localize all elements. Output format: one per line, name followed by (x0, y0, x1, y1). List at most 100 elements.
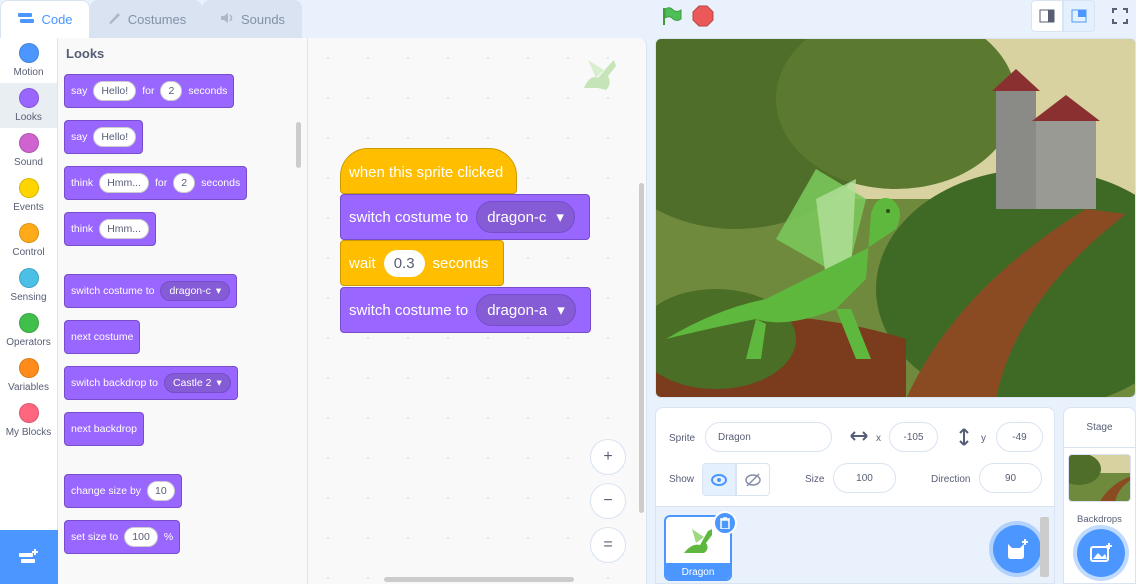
think-secs-input[interactable]: 2 (173, 173, 196, 193)
when-sprite-clicked-block[interactable]: when this sprite clicked (340, 148, 517, 194)
zoom-reset-button[interactable]: = (590, 527, 626, 563)
eye-slash-icon (745, 472, 761, 487)
category-control[interactable]: Control (0, 218, 57, 263)
say-block[interactable]: say Hello! (64, 120, 144, 154)
palette-scrollbar[interactable] (296, 122, 301, 168)
think-block[interactable]: think Hmm... (64, 212, 157, 246)
say-text-input[interactable]: Hello! (93, 127, 137, 147)
category-motion[interactable]: Motion (0, 38, 57, 83)
backdrop-dropdown[interactable]: Castle 2 ▾ (163, 373, 231, 393)
sprite-info-panel: Sprite Dragon x -105 y -49 Show Size 100… (655, 407, 1055, 507)
think-text-input[interactable]: Hmm... (99, 219, 150, 239)
category-my-blocks[interactable]: My Blocks (0, 398, 57, 443)
add-extension-icon (19, 549, 38, 563)
motion-dot-icon (18, 43, 39, 63)
backdrop-thumb-image (1069, 455, 1130, 501)
switch-costume-block[interactable]: switch costume to dragon-c ▾ (64, 274, 238, 308)
small-stage-icon (1039, 9, 1055, 23)
code-area[interactable]: when this sprite clicked switch costume … (308, 38, 647, 584)
y-arrows-icon (958, 428, 970, 449)
choose-backdrop-button[interactable] (1077, 529, 1125, 577)
delete-sprite-button[interactable] (713, 511, 737, 535)
x-label: x (876, 433, 881, 444)
wait-seconds-input[interactable]: 0.3 (383, 249, 425, 277)
switch-costume-block-2[interactable]: switch costume to dragon-a ▾ (340, 287, 591, 333)
events-dot-icon (18, 178, 39, 198)
sprite-name-label: Dragon (666, 563, 730, 579)
large-stage-button[interactable] (1063, 0, 1095, 32)
control-dot-icon (18, 223, 39, 243)
stage-canvas[interactable] (655, 38, 1136, 398)
size-input[interactable]: 100 (833, 463, 896, 493)
green-flag-button[interactable] (660, 6, 682, 29)
say-for-block[interactable]: say Hello! for 2 seconds (64, 74, 235, 108)
show-visible-button[interactable] (702, 463, 736, 496)
code-vertical-scrollbar[interactable] (639, 183, 644, 513)
large-stage-icon (1071, 9, 1087, 23)
zoom-out-button[interactable]: − (590, 483, 626, 519)
change-size-block[interactable]: change size by 10 (64, 474, 182, 508)
show-hidden-button[interactable] (736, 463, 770, 496)
think-for-block[interactable]: think Hmm... for 2 seconds (64, 166, 248, 200)
tab-code[interactable]: Code (0, 0, 90, 38)
stage-title: Stage (1064, 408, 1135, 448)
my-blocks-dot-icon (18, 403, 39, 423)
category-sensing[interactable]: Sensing (0, 263, 57, 308)
say-secs-input[interactable]: 2 (160, 81, 183, 101)
wait-block[interactable]: wait 0.3 seconds (340, 240, 504, 286)
stop-button[interactable] (692, 5, 714, 30)
dragon-sprite[interactable] (666, 159, 926, 379)
costume-dropdown-1[interactable]: dragon-c ▾ (476, 201, 575, 233)
next-backdrop-block[interactable]: next backdrop (64, 412, 144, 446)
costume-dropdown-2[interactable]: dragon-a ▾ (476, 294, 576, 326)
set-size-block[interactable]: set size to 100 % (64, 520, 181, 554)
choose-sprite-button[interactable] (993, 525, 1041, 573)
eye-icon (711, 473, 727, 486)
change-size-input[interactable]: 10 (147, 481, 175, 501)
zoom-out-icon: − (603, 492, 613, 509)
switch-costume-block-1[interactable]: switch costume to dragon-c ▾ (340, 194, 590, 240)
chevron-down-icon: ▾ (216, 377, 222, 389)
small-stage-button[interactable] (1031, 0, 1063, 32)
think-text-input[interactable]: Hmm... (99, 173, 150, 193)
x-arrows-icon (850, 430, 868, 445)
tab-sounds[interactable]: Sounds (202, 0, 302, 38)
tab-costumes[interactable]: Costumes (90, 0, 202, 38)
direction-label: Direction (931, 474, 971, 485)
category-events[interactable]: Events (0, 173, 57, 218)
dragon-thumb-icon (684, 529, 712, 553)
zoom-reset-icon: = (603, 536, 613, 553)
category-operators[interactable]: Operators (0, 308, 57, 353)
x-input[interactable]: -105 (889, 422, 938, 452)
next-costume-block[interactable]: next costume (64, 320, 141, 354)
say-text-input[interactable]: Hello! (93, 81, 137, 101)
code-icon (17, 11, 35, 28)
costume-dropdown[interactable]: dragon-c ▾ (160, 281, 231, 301)
direction-input[interactable]: 90 (979, 463, 1042, 493)
code-horizontal-scrollbar[interactable] (384, 577, 574, 582)
sprite-name-input[interactable]: Dragon (705, 422, 832, 452)
zoom-in-button[interactable]: + (590, 439, 626, 475)
chevron-down-icon: ▾ (557, 302, 565, 319)
sound-dot-icon (18, 133, 39, 153)
y-input[interactable]: -49 (996, 422, 1043, 452)
sensing-dot-icon (18, 268, 39, 288)
chevron-down-icon: ▾ (215, 285, 222, 297)
show-label: Show (669, 474, 695, 485)
palette-title: Looks (66, 46, 105, 61)
y-label: y (981, 433, 986, 444)
variables-dot-icon (18, 358, 39, 378)
backdrops-label: Backdrops (1077, 514, 1122, 525)
category-variables[interactable]: Variables (0, 353, 57, 398)
add-extension-button[interactable] (0, 530, 58, 584)
stage-selector-panel[interactable]: Stage Backdrops (1063, 407, 1136, 584)
category-looks[interactable]: Looks (0, 83, 57, 128)
switch-backdrop-block[interactable]: switch backdrop to Castle 2 ▾ (64, 366, 238, 400)
set-size-input[interactable]: 100 (124, 527, 158, 547)
sprite-list-scrollbar[interactable] (1040, 517, 1049, 577)
chevron-down-icon: ▾ (556, 209, 564, 226)
fullscreen-button[interactable] (1104, 0, 1136, 32)
category-sound[interactable]: Sound (0, 128, 57, 173)
sprite-list: Dragon (655, 507, 1055, 584)
backdrop-thumbnail[interactable] (1068, 454, 1131, 502)
